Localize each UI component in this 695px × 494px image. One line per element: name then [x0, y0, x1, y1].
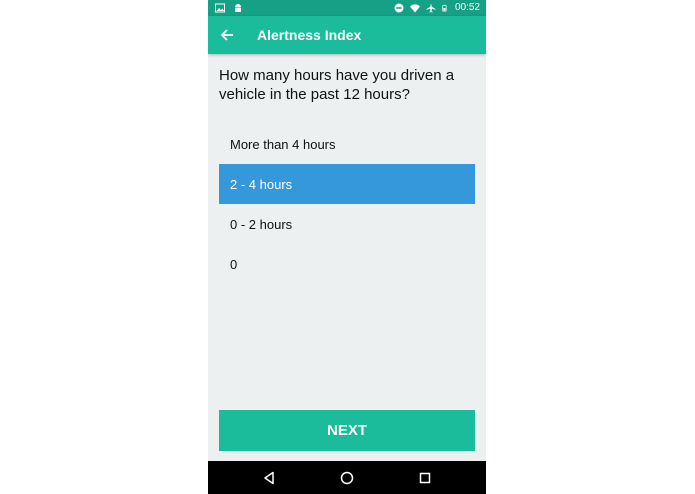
option-0-2-hours[interactable]: 0 - 2 hours — [219, 204, 475, 244]
recents-square-icon — [419, 472, 431, 484]
android-icon — [235, 4, 241, 12]
image-icon — [215, 3, 225, 13]
page-title: Alertness Index — [257, 27, 362, 43]
phone-screen: 00:52 Alertness Index How many hours hav… — [208, 0, 486, 494]
status-bar: 00:52 — [208, 0, 486, 16]
back-button[interactable] — [216, 24, 238, 46]
option-label: More than 4 hours — [230, 136, 336, 152]
option-label: 0 — [230, 256, 238, 272]
question-text: How many hours have you driven a vehicle… — [219, 67, 455, 103]
nav-back-button[interactable] — [260, 469, 278, 487]
status-time: 00:52 — [454, 2, 480, 13]
next-button[interactable]: NEXT — [219, 410, 475, 451]
navigation-bar — [208, 461, 486, 494]
battery-icon — [442, 4, 447, 11]
option-label: 2 - 4 hours — [230, 176, 293, 192]
option-label: 0 - 2 hours — [230, 216, 293, 232]
status-right-icons: 00:52 — [394, 2, 480, 13]
options-list: More than 4 hours 2 - 4 hours 0 - 2 hour… — [219, 124, 475, 284]
option-2-4-hours[interactable]: 2 - 4 hours — [219, 164, 475, 204]
app-bar: Alertness Index — [208, 16, 486, 54]
option-more-than-4-hours[interactable]: More than 4 hours — [219, 124, 475, 164]
wifi-icon — [409, 3, 420, 13]
option-0[interactable]: 0 — [219, 244, 475, 284]
nav-home-button[interactable] — [338, 469, 356, 487]
nav-recents-button[interactable] — [416, 469, 434, 487]
airplane-icon — [426, 3, 436, 12]
do-not-disturb-icon — [394, 3, 404, 12]
status-left-icons — [215, 3, 243, 13]
arrow-left-icon — [220, 29, 233, 41]
back-triangle-icon — [264, 471, 274, 485]
home-circle-icon — [340, 471, 354, 485]
